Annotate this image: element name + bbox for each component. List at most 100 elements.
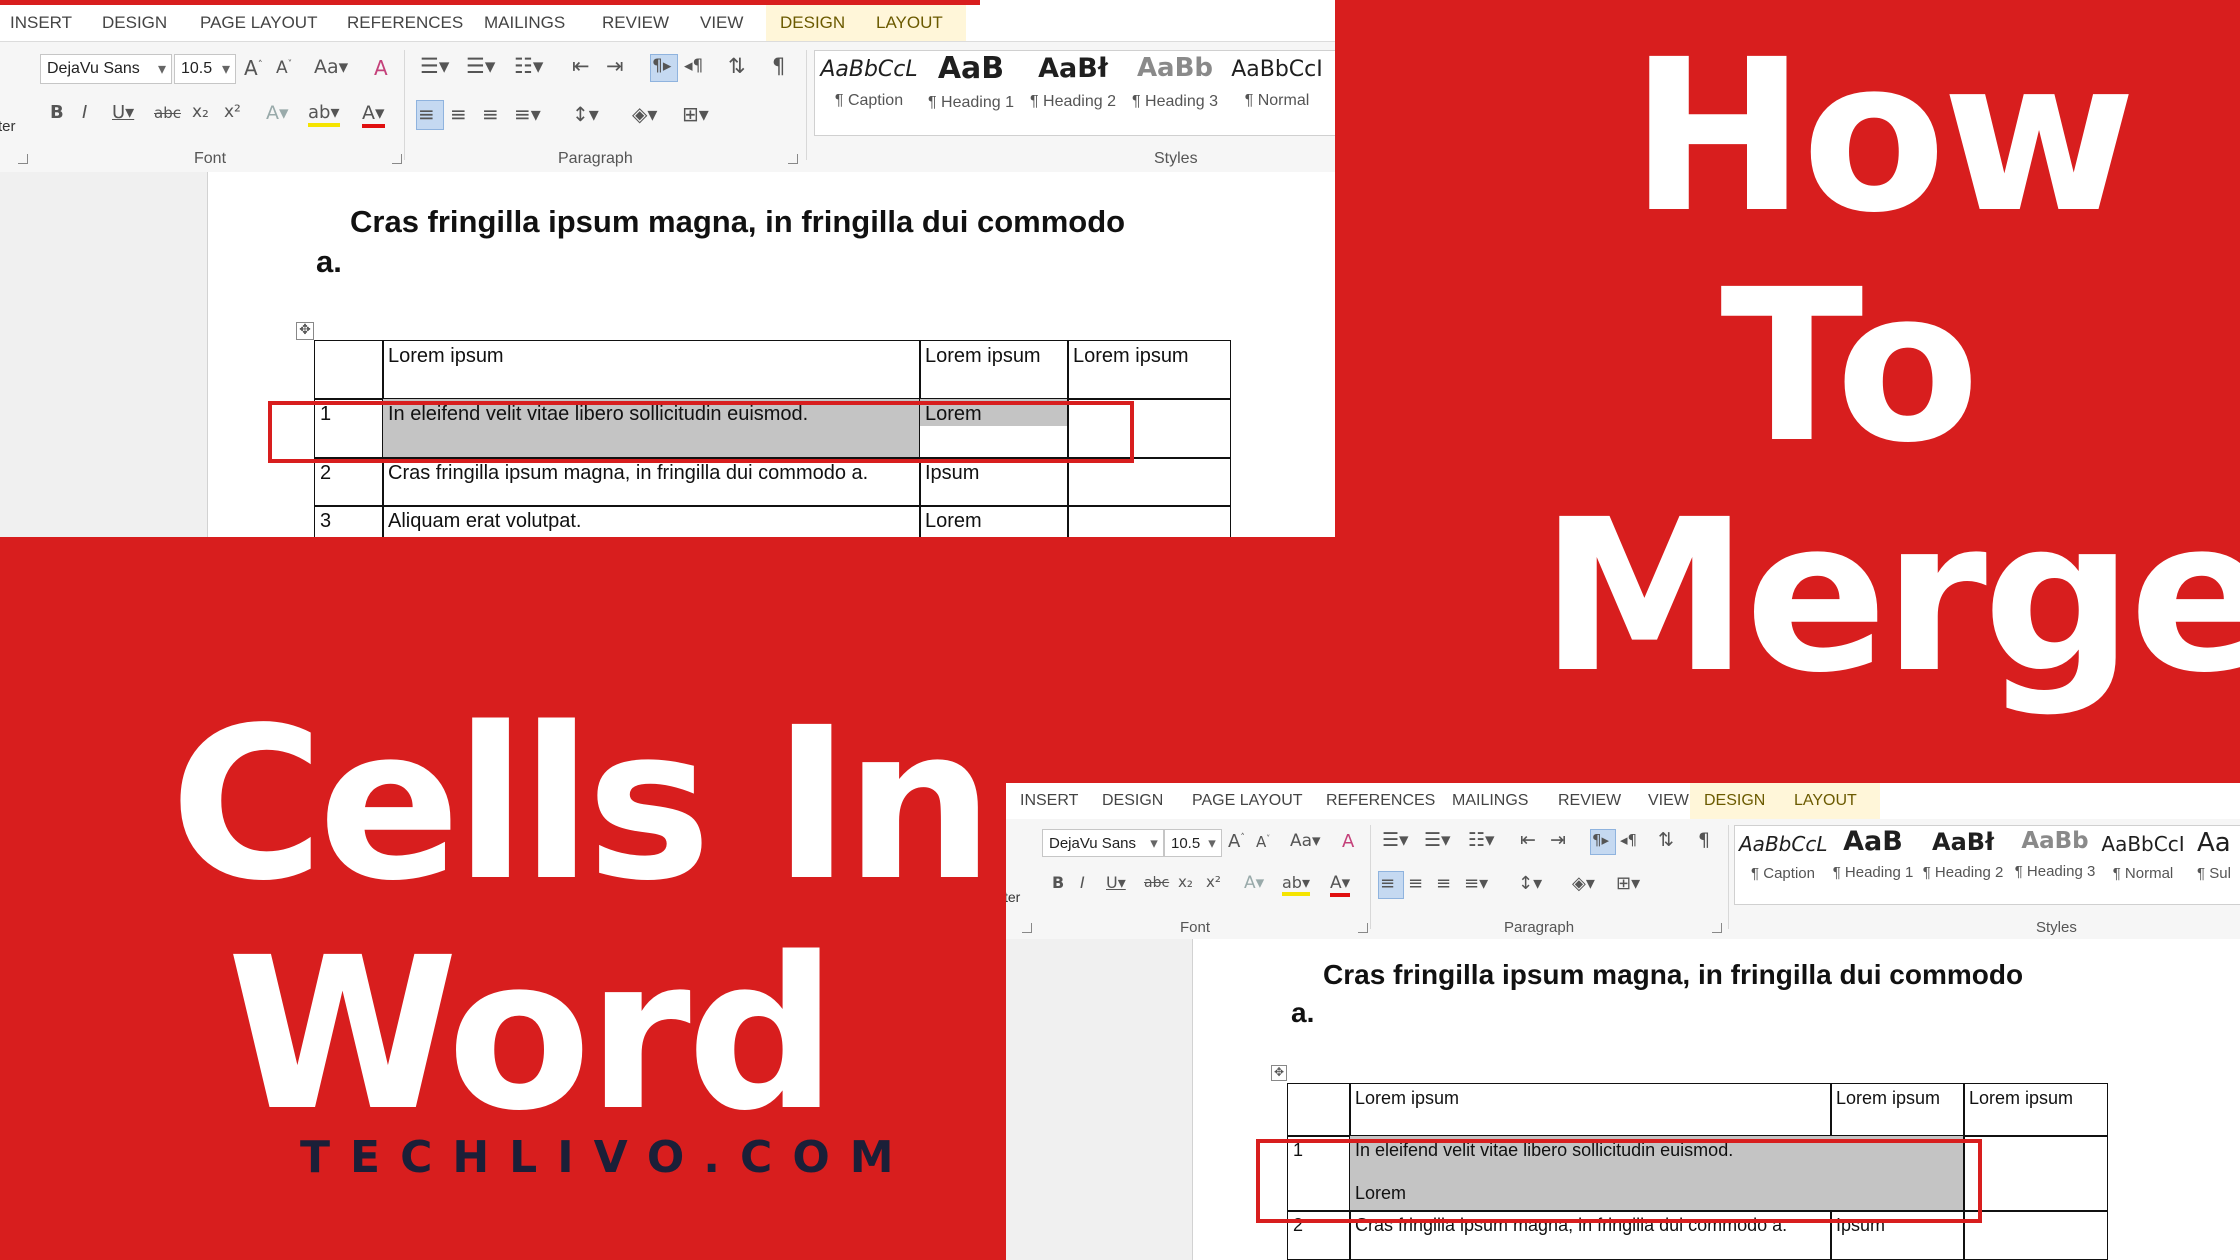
tab-table-design[interactable]: DESIGN xyxy=(1690,783,1794,819)
table-move-handle-icon[interactable]: ✥ xyxy=(296,322,314,340)
tab-table-layout[interactable]: LAYOUT xyxy=(862,5,966,41)
decrease-indent-icon[interactable]: ⇤ xyxy=(572,54,590,78)
style-heading-1[interactable]: AaB ¶ Heading 1 xyxy=(921,51,1021,112)
multilevel-list-icon[interactable]: ☷▾ xyxy=(514,54,543,78)
dialog-launcher-icon[interactable] xyxy=(788,154,798,164)
tab-design[interactable]: DESIGN xyxy=(1088,783,1177,819)
table-cell[interactable]: Cras fringilla ipsum magna, in fringilla… xyxy=(382,457,921,507)
align-center-icon[interactable]: ≡ xyxy=(450,102,467,126)
table-header-cell[interactable]: Lorem ipsum xyxy=(1349,1083,1832,1137)
superscript-icon[interactable]: x² xyxy=(1206,873,1221,891)
font-size-combo[interactable]: 10.5 ▾ xyxy=(174,54,236,84)
highlight-color-icon[interactable]: ab▾ xyxy=(308,102,340,127)
tab-table-layout[interactable]: LAYOUT xyxy=(1780,783,1880,819)
tab-table-design[interactable]: DESIGN xyxy=(766,5,876,41)
style-normal[interactable]: AaBbCcI ¶ Normal xyxy=(1227,57,1327,110)
table-header-cell[interactable]: Lorem ipsum xyxy=(1830,1083,1965,1137)
bullets-icon[interactable]: ☰▾ xyxy=(420,54,449,78)
tab-view[interactable]: VIEW xyxy=(686,5,757,41)
text-effects-icon[interactable]: A▾ xyxy=(266,102,289,124)
align-center-icon[interactable]: ≡ xyxy=(1408,873,1423,894)
dialog-launcher-icon[interactable] xyxy=(392,154,402,164)
table-move-handle-icon[interactable]: ✥ xyxy=(1271,1065,1287,1081)
table-header-cell[interactable]: Lorem ipsum xyxy=(919,340,1069,400)
tab-review[interactable]: REVIEW xyxy=(1544,783,1635,819)
table-header-cell[interactable]: Lorem ipsum xyxy=(1963,1083,2108,1137)
underline-icon[interactable]: U▾ xyxy=(112,102,134,123)
multilevel-list-icon[interactable]: ☷▾ xyxy=(1468,829,1495,851)
style-heading-1[interactable]: AaB ¶ Heading 1 xyxy=(1829,826,1917,881)
clear-formatting-icon[interactable]: A xyxy=(1342,831,1354,852)
clear-formatting-icon[interactable]: A xyxy=(374,56,388,80)
show-marks-icon[interactable]: ¶ xyxy=(1698,829,1710,851)
tab-page-layout[interactable]: PAGE LAYOUT xyxy=(186,5,331,41)
style-subtitle[interactable]: Aa ¶ Sul xyxy=(2197,828,2240,882)
dialog-launcher-icon[interactable] xyxy=(1358,923,1368,933)
table-cell[interactable] xyxy=(1963,1135,2108,1212)
font-name-combo[interactable]: DejaVu Sans ▾ xyxy=(40,54,172,84)
change-case-icon[interactable]: Aa▾ xyxy=(314,56,348,78)
line-spacing-icon[interactable]: ↕▾ xyxy=(572,102,599,126)
table-header-cell[interactable]: Lorem ipsum xyxy=(382,340,921,400)
style-heading-3[interactable]: AaBb ¶ Heading 3 xyxy=(1125,53,1225,111)
bold-icon[interactable]: B xyxy=(50,102,64,123)
table-cell[interactable] xyxy=(1287,1083,1351,1137)
grow-font-icon[interactable]: A˄ xyxy=(1228,831,1245,852)
increase-indent-icon[interactable]: ⇥ xyxy=(1550,829,1566,851)
subscript-icon[interactable]: x₂ xyxy=(192,102,209,122)
sort-icon[interactable]: ⇅ xyxy=(1658,829,1674,851)
dialog-launcher-icon[interactable] xyxy=(1712,923,1722,933)
grow-font-icon[interactable]: A˄ xyxy=(244,56,263,80)
align-right-icon[interactable]: ≡ xyxy=(482,102,499,126)
decrease-indent-icon[interactable]: ⇤ xyxy=(1520,829,1536,851)
tab-references[interactable]: REFERENCES xyxy=(1312,783,1449,819)
style-heading-3[interactable]: AaBb ¶ Heading 3 xyxy=(2011,828,2099,880)
style-heading-2[interactable]: AaBł ¶ Heading 2 xyxy=(1023,53,1123,111)
dialog-launcher-icon[interactable] xyxy=(1022,923,1032,933)
tab-design[interactable]: DESIGN xyxy=(88,5,181,41)
align-right-icon[interactable]: ≡ xyxy=(1436,873,1451,894)
shading-icon[interactable]: ◈▾ xyxy=(632,102,657,126)
bullets-icon[interactable]: ☰▾ xyxy=(1382,829,1409,851)
table-cell[interactable] xyxy=(1963,1210,2108,1260)
style-caption[interactable]: AaBbCcL ¶ Caption xyxy=(1739,832,1827,882)
show-marks-icon[interactable]: ¶ xyxy=(772,54,785,78)
bold-icon[interactable]: B xyxy=(1052,873,1064,892)
table-row-number[interactable]: 2 xyxy=(314,457,384,507)
dialog-launcher-icon[interactable] xyxy=(18,154,28,164)
shrink-font-icon[interactable]: A˅ xyxy=(276,58,292,78)
right-to-left-icon[interactable]: ◂¶ xyxy=(684,56,703,76)
tab-review[interactable]: REVIEW xyxy=(588,5,683,41)
table-cell[interactable] xyxy=(314,340,384,400)
tab-mailings[interactable]: MAILINGS xyxy=(470,5,579,41)
table-cell[interactable] xyxy=(1067,457,1231,507)
table-cell[interactable]: Aliquam erat volutpat. xyxy=(382,505,921,537)
superscript-icon[interactable]: x² xyxy=(224,102,241,122)
font-color-icon[interactable]: A▾ xyxy=(362,102,385,128)
font-size-combo[interactable]: 10.5 ▾ xyxy=(1164,829,1222,857)
font-name-combo[interactable]: DejaVu Sans ▾ xyxy=(1042,829,1164,857)
right-to-left-icon[interactable]: ◂¶ xyxy=(1620,831,1637,849)
subscript-icon[interactable]: x₂ xyxy=(1178,873,1193,891)
table-cell[interactable] xyxy=(1067,505,1231,537)
italic-icon[interactable]: I xyxy=(82,102,87,123)
underline-icon[interactable]: U▾ xyxy=(1106,873,1126,892)
tab-insert[interactable]: INSERT xyxy=(0,5,86,41)
tab-references[interactable]: REFERENCES xyxy=(333,5,477,41)
borders-icon[interactable]: ⊞▾ xyxy=(682,102,709,126)
italic-icon[interactable]: I xyxy=(1080,873,1085,892)
tab-page-layout[interactable]: PAGE LAYOUT xyxy=(1178,783,1317,819)
table-row-number[interactable]: 3 xyxy=(314,505,384,537)
table-header-cell[interactable]: Lorem ipsum xyxy=(1067,340,1231,400)
borders-icon[interactable]: ⊞▾ xyxy=(1616,873,1640,894)
change-case-icon[interactable]: Aa▾ xyxy=(1290,831,1321,851)
sort-icon[interactable]: ⇅ xyxy=(728,54,746,78)
strikethrough-icon[interactable]: abc xyxy=(1144,875,1169,891)
shading-icon[interactable]: ◈▾ xyxy=(1572,873,1595,894)
table-cell[interactable]: Ipsum xyxy=(919,457,1069,507)
numbering-icon[interactable]: ☰▾ xyxy=(466,54,495,78)
shrink-font-icon[interactable]: A˅ xyxy=(1256,833,1270,851)
font-color-icon[interactable]: A▾ xyxy=(1330,873,1351,897)
text-effects-icon[interactable]: A▾ xyxy=(1244,873,1264,893)
numbering-icon[interactable]: ☰▾ xyxy=(1424,829,1451,851)
